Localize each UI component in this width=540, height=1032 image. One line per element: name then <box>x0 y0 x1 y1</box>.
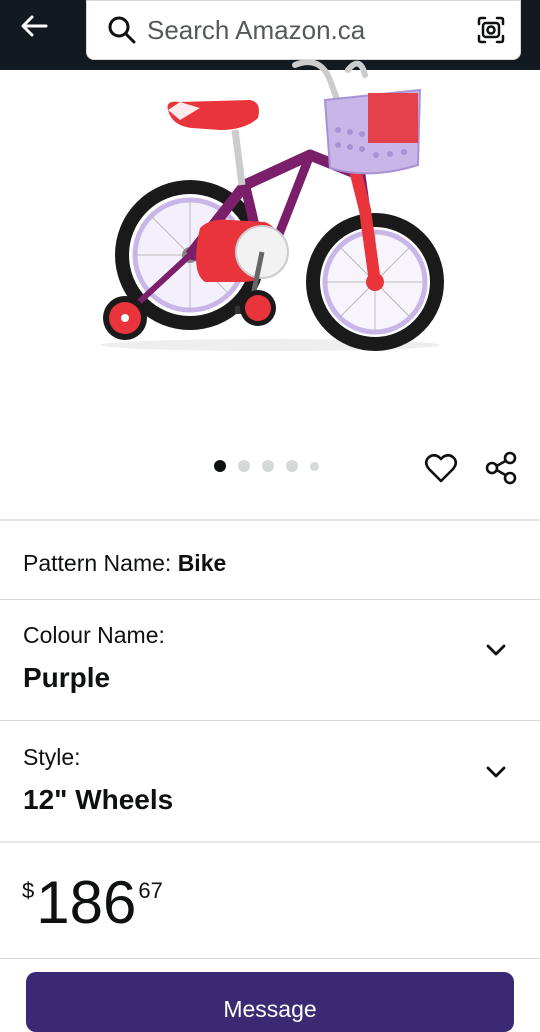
carousel-dot[interactable] <box>238 460 250 472</box>
message-button[interactable]: Message <box>26 972 514 1032</box>
product-image-bike[interactable] <box>80 60 460 380</box>
pattern-name-row[interactable]: Pattern Name: Bike <box>23 550 226 577</box>
heart-icon[interactable] <box>424 452 458 486</box>
section-divider <box>0 958 540 959</box>
section-divider <box>0 841 540 843</box>
carousel-dot[interactable] <box>286 460 298 472</box>
message-button-label: Message <box>223 996 317 1022</box>
back-button[interactable] <box>14 6 54 46</box>
style-label: Style: <box>23 744 81 770</box>
product-price: $ 186 67 <box>22 868 163 938</box>
price-fraction: 67 <box>138 878 163 903</box>
pattern-name-value: Bike <box>177 550 227 576</box>
section-divider <box>0 519 540 521</box>
arrow-left-icon <box>21 15 48 37</box>
search-input[interactable] <box>147 13 467 47</box>
carousel-dot[interactable] <box>214 460 226 472</box>
search-bar[interactable] <box>86 0 521 60</box>
chevron-down-icon[interactable] <box>480 634 512 666</box>
price-whole: 186 <box>36 869 137 936</box>
carousel-dot[interactable] <box>262 460 274 472</box>
section-divider <box>0 599 540 600</box>
carousel-dot[interactable] <box>310 461 319 471</box>
chevron-down-icon[interactable] <box>480 756 512 788</box>
carousel-indicator[interactable] <box>214 460 319 472</box>
camera-lens-icon[interactable] <box>473 12 509 48</box>
pattern-name-label: Pattern Name: <box>23 550 172 576</box>
search-icon <box>108 16 136 44</box>
style-value: 12" Wheels <box>23 784 174 815</box>
colour-name-value: Purple <box>23 662 111 693</box>
section-divider <box>0 720 540 721</box>
colour-name-label: Colour Name: <box>23 622 165 648</box>
price-currency-symbol: $ <box>22 878 35 903</box>
share-icon[interactable] <box>483 450 519 486</box>
